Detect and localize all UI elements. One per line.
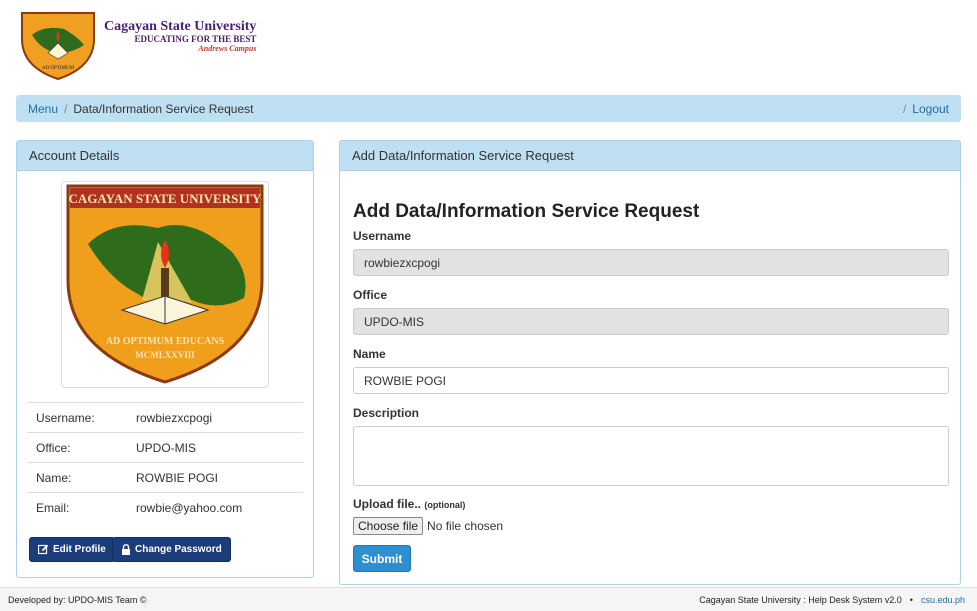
upload-label-text: Upload file.. [353,497,422,511]
edit-profile-button[interactable]: Edit Profile [29,537,115,562]
name-input[interactable]: ROWBIE POGI [353,367,949,394]
upload-label: Upload file.. (optional) [353,497,949,511]
detail-row-username: Username: rowbiezxcpogi [27,402,303,432]
account-details-panel: Account Details CAGAYAN STATE UNIVERSITY… [16,140,314,578]
description-label: Description [353,406,420,420]
breadcrumb: Menu / Data/Information Service Request … [16,95,961,122]
breadcrumb-menu-link[interactable]: Menu [28,102,58,116]
breadcrumb-right: / Logout [897,102,949,116]
account-details-table: Username: rowbiezxcpogi Office: UPDO-MIS… [27,402,303,522]
detail-label: Office: [36,440,71,455]
footer-credit: Developed by: UPDO-MIS Team © [8,594,147,605]
file-status: No file chosen [427,519,504,533]
edit-icon [38,544,49,555]
seal-title: CAGAYAN STATE UNIVERSITY [69,191,262,206]
office-label: Office [353,288,388,302]
description-textarea[interactable] [353,426,949,486]
university-name: Cagayan State University [104,19,257,34]
university-motto: EDUCATING FOR THE BEST [134,34,257,44]
detail-label: Name: [36,470,72,485]
footer-system: Cagayan State University : Help Desk Sys… [699,594,902,605]
change-password-label: Change Password [135,544,222,555]
form-title: Add Data/Information Service Request [353,201,700,222]
detail-row-email: Email: rowbie@yahoo.com [27,492,303,522]
name-label: Name [353,347,386,361]
lock-icon [122,544,130,555]
campus-name: Andrews Campus [198,44,257,53]
site-header: AD OPTIMUM Cagayan State University EDUC… [0,0,977,90]
breadcrumb-current: Data/Information Service Request [73,101,254,116]
choose-file-button[interactable]: Choose file [353,517,424,535]
footer-right: Cagayan State University : Help Desk Sys… [699,595,969,605]
profile-photo: CAGAYAN STATE UNIVERSITY AD OPTIMUM EDUC… [61,181,269,388]
logo-text: Cagayan State University EDUCATING FOR T… [104,19,256,53]
logout-separator: / [902,101,907,116]
detail-row-name: Name: ROWBIE POGI [27,462,303,492]
upload-optional-text: (optional) [424,500,466,510]
footer-bullet: • [909,594,913,605]
detail-value: ROWBIE POGI [136,470,219,485]
detail-value: rowbie@yahoo.com [136,500,243,515]
logout-link[interactable]: Logout [912,102,949,116]
service-request-heading: Add Data/Information Service Request [340,141,960,171]
seal-motto: AD OPTIMUM EDUCANS [106,336,225,347]
detail-value: UPDO-MIS [136,440,196,455]
breadcrumb-separator: / [64,101,68,116]
page-footer: Developed by: UPDO-MIS Team © Cagayan St… [0,587,977,611]
office-field: UPDO-MIS [353,308,949,335]
university-seal-icon: AD OPTIMUM [21,12,95,81]
change-password-button[interactable]: Change Password [112,537,231,562]
detail-label: Email: [36,500,70,515]
username-field: rowbiezxcpogi [353,249,949,276]
service-request-panel: Add Data/Information Service Request Add… [339,140,961,585]
detail-row-office: Office: UPDO-MIS [27,432,303,462]
footer-site-link[interactable]: csu.edu.ph [921,595,965,605]
detail-label: Username: [36,410,95,425]
edit-profile-label: Edit Profile [53,544,106,555]
submit-button[interactable]: Submit [353,545,411,572]
svg-text:AD OPTIMUM: AD OPTIMUM [42,66,75,71]
account-details-heading: Account Details [17,141,313,171]
username-label: Username [353,229,412,243]
university-crest-icon: CAGAYAN STATE UNIVERSITY AD OPTIMUM EDUC… [66,184,264,384]
file-upload: Choose file No file chosen [353,517,949,535]
service-request-form: Add Data/Information Service Request Use… [353,201,949,572]
detail-value: rowbiezxcpogi [136,410,213,425]
seal-year: MCMLXXVIII [135,350,195,360]
